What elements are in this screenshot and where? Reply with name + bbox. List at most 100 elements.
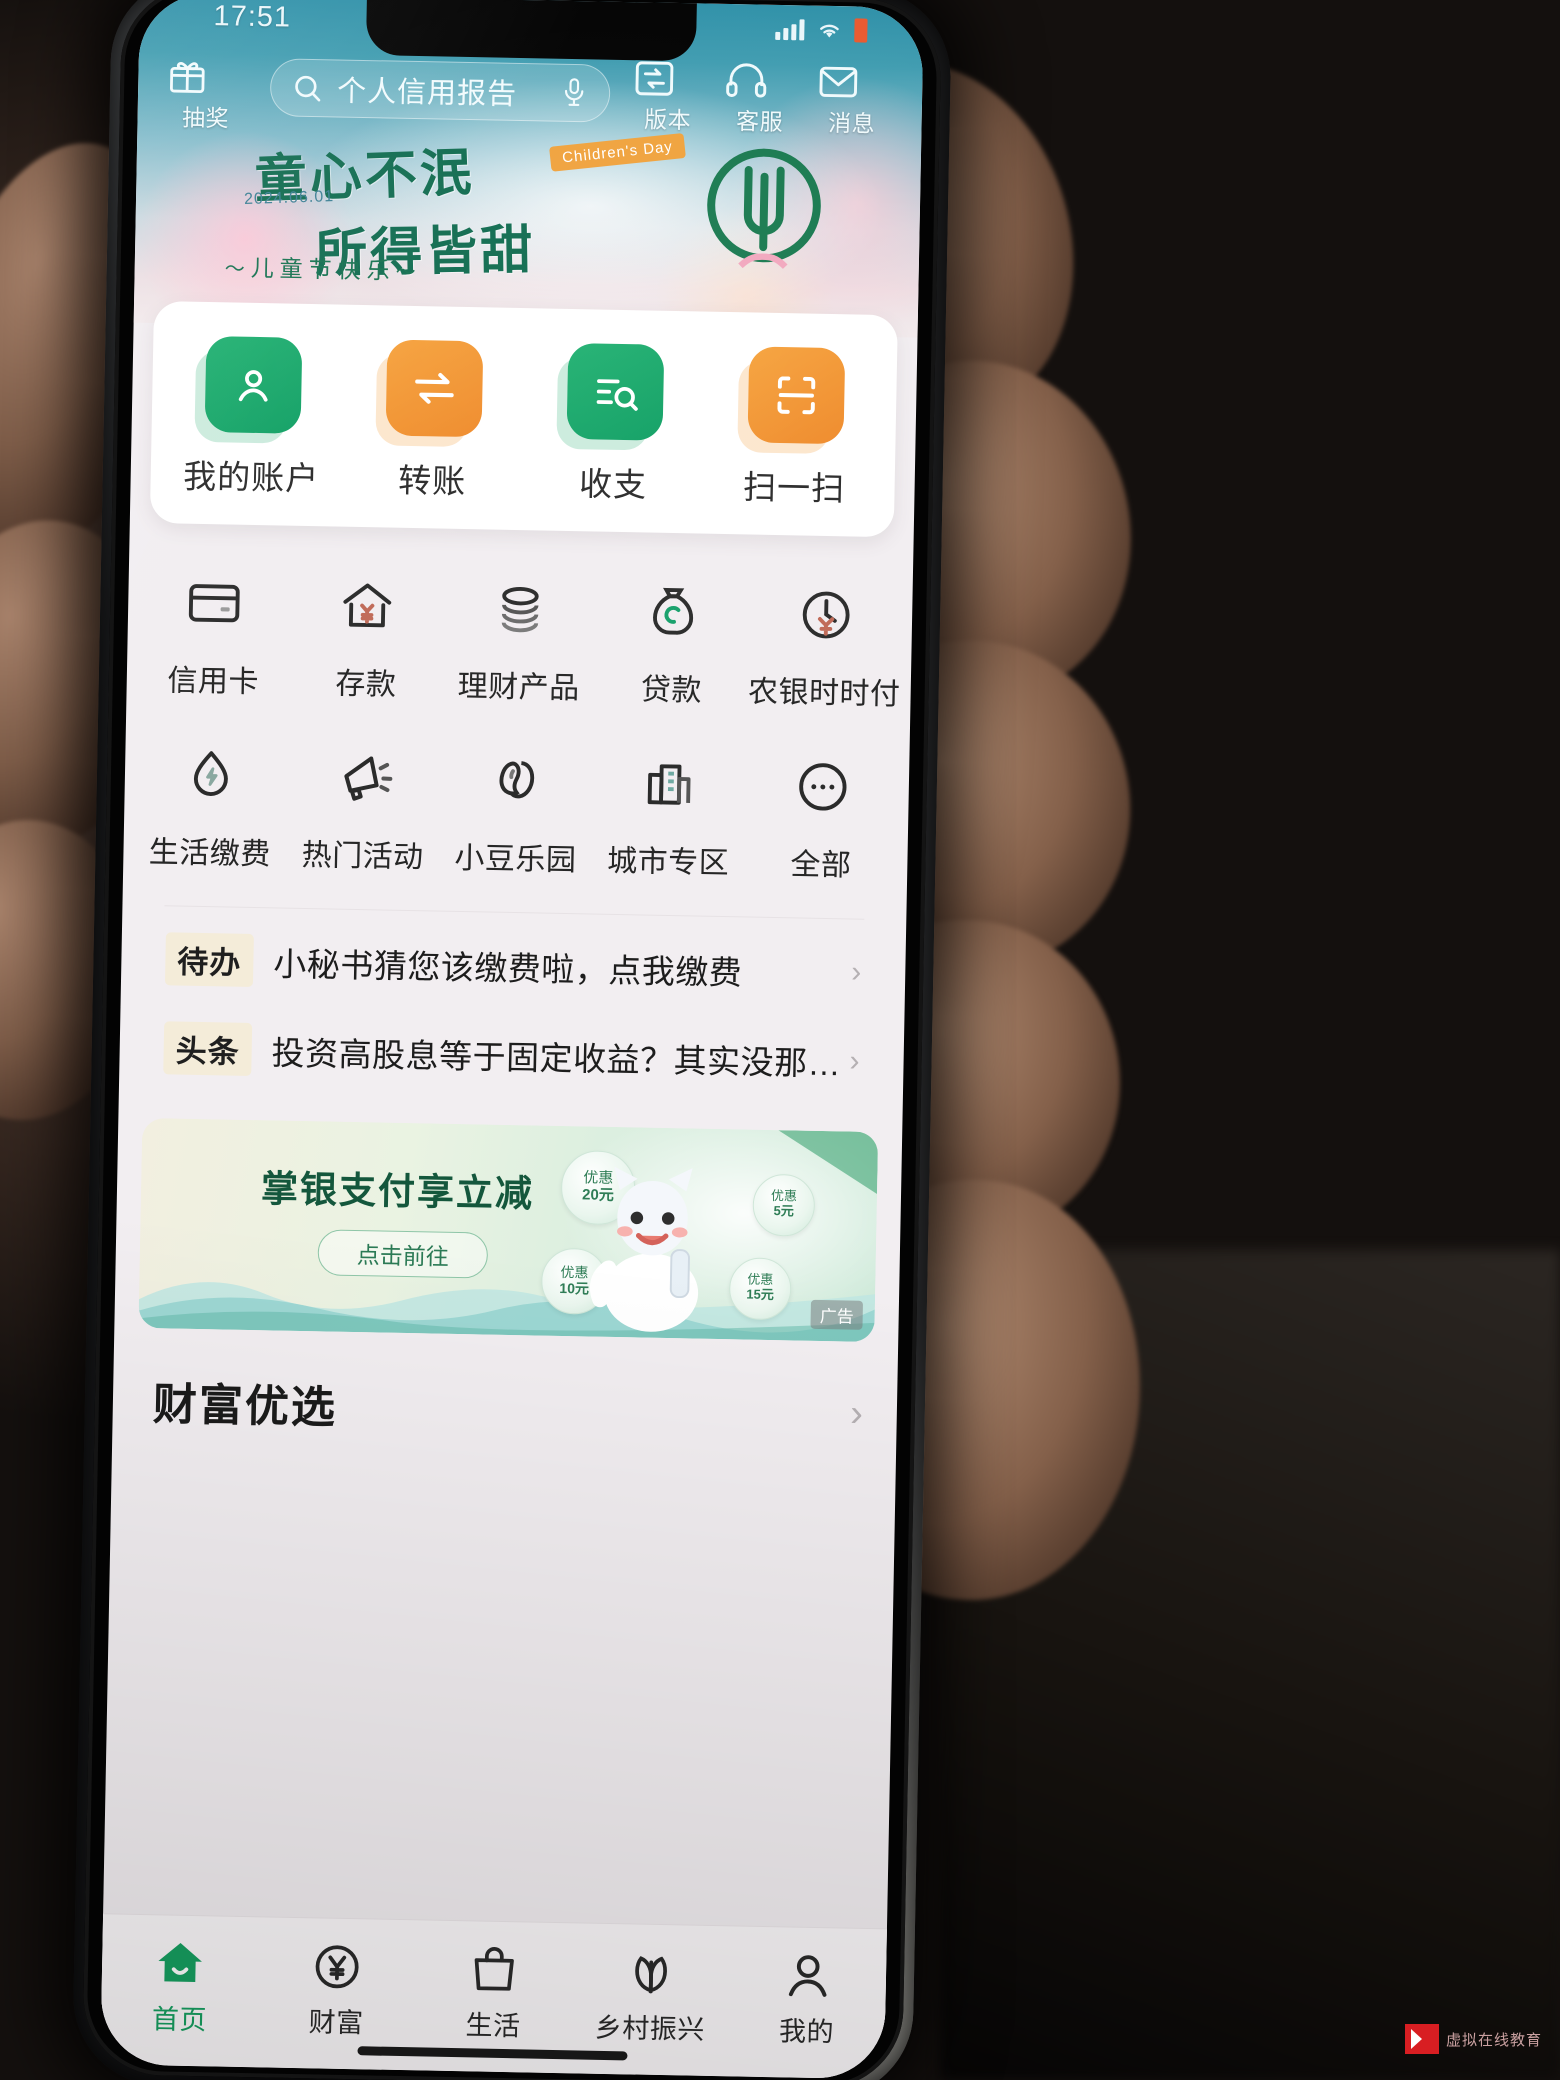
service-loan[interactable]: 贷款 <box>595 566 750 711</box>
microphone-icon[interactable] <box>559 76 590 111</box>
quick-actions-card: 我的账户 转账 收支 扫一扫 <box>149 300 898 538</box>
tab-rural-revitalization-label: 乡村振兴 <box>594 2012 706 2045</box>
service-xiaodou-park-label: 小豆乐园 <box>454 841 577 878</box>
beans-icon <box>440 735 594 828</box>
service-wealth-products-label: 理财产品 <box>457 669 580 706</box>
gift-icon <box>164 54 249 98</box>
search-placeholder: 个人信用报告 <box>336 75 518 111</box>
service-all-label: 全部 <box>790 848 852 883</box>
user-card-icon <box>204 335 302 434</box>
service-all[interactable]: 全部 <box>744 740 900 885</box>
header-action-messages-label: 消息 <box>827 109 876 137</box>
header-action-service[interactable]: 客服 <box>723 60 796 137</box>
hero-date: 2024.06.01 <box>243 188 335 209</box>
watermark-text: 虚拟在线教育 <box>1445 2031 1542 2049</box>
service-loan-label: 贷款 <box>640 673 703 708</box>
wealth-title: 财富优选 <box>152 1379 338 1434</box>
chevron-right-icon: › <box>849 1043 860 1078</box>
service-utility-payment[interactable]: 生活缴费 <box>133 729 288 874</box>
quick-action-transfer[interactable]: 转账 <box>341 339 525 504</box>
money-bag-icon <box>596 566 750 659</box>
service-xiaodou-park[interactable]: 小豆乐园 <box>439 735 594 880</box>
watermark: 虚拟在线教育 <box>1404 2024 1542 2054</box>
tab-home-label: 首页 <box>151 2004 208 2036</box>
phone-screen: 17:51 抽奖 个人信用报告 版本 客服 消息 童心不泯 所得皆甜 Child… <box>100 0 924 2080</box>
header-actions: 版本 客服 消息 <box>631 58 889 151</box>
service-grid: 信用卡 存款 理财产品 贷款 农银时时付 生活缴费 热门活动 小豆乐园 城市专区… <box>133 557 903 886</box>
promo-cta-button[interactable]: 点击前往 <box>317 1229 489 1279</box>
tab-wealth[interactable]: 财富 <box>258 1933 417 2041</box>
leaf-icon <box>572 1939 730 2006</box>
tab-mine-label: 我的 <box>778 2016 835 2048</box>
tab-mine[interactable]: 我的 <box>728 1942 887 2050</box>
tab-home[interactable]: 首页 <box>101 1930 260 2038</box>
quick-action-scan[interactable]: 扫一扫 <box>703 346 887 511</box>
scan-qr-icon <box>746 346 845 445</box>
service-abc-instant-pay[interactable]: 农银时时付 <box>747 568 903 713</box>
service-abc-instant-pay-label: 农银时时付 <box>747 675 901 712</box>
search-icon <box>291 72 324 105</box>
service-deposit[interactable]: 存款 <box>289 560 444 705</box>
header-action-messages[interactable]: 消息 <box>815 62 888 139</box>
notice-row-todo[interactable]: 待办 小秘书猜您该缴费啦，点我缴费 › <box>121 905 907 1009</box>
service-hot-activities-label: 热门活动 <box>301 838 424 875</box>
search-input[interactable]: 个人信用报告 <box>269 58 611 123</box>
service-wealth-products[interactable]: 理财产品 <box>442 563 597 708</box>
headset-icon <box>724 60 797 101</box>
header-action-version[interactable]: 版本 <box>631 58 704 135</box>
coin-stack-icon <box>443 563 597 656</box>
notice-row-headline[interactable]: 头条 投资高股息等于固定收益？其实没那… › <box>119 994 905 1098</box>
wealth-section-header[interactable]: 财富优选 › <box>112 1327 898 1446</box>
quick-action-transfer-label: 转账 <box>397 461 467 501</box>
lottery-label: 抽奖 <box>181 104 230 132</box>
transfer-arrows-icon <box>385 339 483 438</box>
quick-action-my-account-label: 我的账户 <box>182 457 320 498</box>
envelope-icon <box>816 62 889 103</box>
chevron-right-icon[interactable]: › <box>850 1392 863 1435</box>
service-credit-card[interactable]: 信用卡 <box>136 557 291 702</box>
tab-rural-revitalization[interactable]: 乡村振兴 <box>571 1939 730 2047</box>
phone-notch <box>365 0 697 62</box>
chevron-right-icon: › <box>851 955 862 989</box>
tab-life-label: 生活 <box>465 2010 521 2042</box>
status-indicators <box>775 17 868 43</box>
clock-yuan-icon <box>748 568 903 661</box>
ad-label: 广告 <box>810 1299 864 1330</box>
service-city-zone-label: 城市专区 <box>606 844 730 881</box>
header-action-version-label: 版本 <box>643 106 692 134</box>
service-hot-activities[interactable]: 热门活动 <box>286 732 441 877</box>
water-drop-bolt-icon <box>134 729 288 822</box>
promo-banner[interactable]: 掌银支付享立减 点击前往 优惠20元 优惠5元 优惠10元 优惠15元 <box>138 1117 879 1343</box>
person-icon <box>729 1942 887 2009</box>
wifi-icon <box>814 19 844 42</box>
service-city-zone[interactable]: 城市专区 <box>591 738 746 883</box>
version-swap-icon <box>632 58 705 99</box>
abc-bank-emblem-icon <box>682 127 845 290</box>
quick-action-income-expense-label: 收支 <box>578 465 648 504</box>
service-credit-card-label: 信用卡 <box>167 664 260 700</box>
tab-life[interactable]: 生活 <box>414 1936 573 2044</box>
shopping-bag-icon <box>415 1936 573 2003</box>
hero-section: 17:51 抽奖 个人信用报告 版本 客服 消息 童心不泯 所得皆甜 Child… <box>133 0 924 338</box>
hero-subtitle: 〜儿童节快乐〜 <box>224 255 422 285</box>
app-header: 抽奖 个人信用报告 版本 客服 消息 <box>137 45 923 152</box>
promo-title: 掌银支付享立减 <box>260 1167 535 1216</box>
yuan-circle-icon <box>258 1933 416 2000</box>
phone-device: 17:51 抽奖 个人信用报告 版本 客服 消息 童心不泯 所得皆甜 Child… <box>71 0 953 2080</box>
home-icon <box>102 1930 260 1997</box>
home-indicator <box>357 2046 628 2061</box>
lottery-button[interactable]: 抽奖 <box>163 54 248 134</box>
service-deposit-label: 存款 <box>335 667 397 702</box>
watermark-logo-icon <box>1404 2024 1439 2054</box>
cat-mascot-icon <box>589 1166 699 1332</box>
quick-action-my-account[interactable]: 我的账户 <box>160 335 344 500</box>
quick-action-income-expense[interactable]: 收支 <box>522 342 706 507</box>
city-buildings-icon <box>592 738 746 831</box>
battery-icon <box>854 18 868 43</box>
notice-tag-todo: 待办 <box>164 932 254 988</box>
promo-coupon-2: 优惠 5元 <box>752 1173 816 1237</box>
photo-scene: 17:51 抽奖 个人信用报告 版本 客服 消息 童心不泯 所得皆甜 Child… <box>0 0 1560 2080</box>
house-yuan-icon <box>290 560 444 653</box>
list-search-icon <box>565 342 664 441</box>
more-dots-icon <box>745 740 900 833</box>
